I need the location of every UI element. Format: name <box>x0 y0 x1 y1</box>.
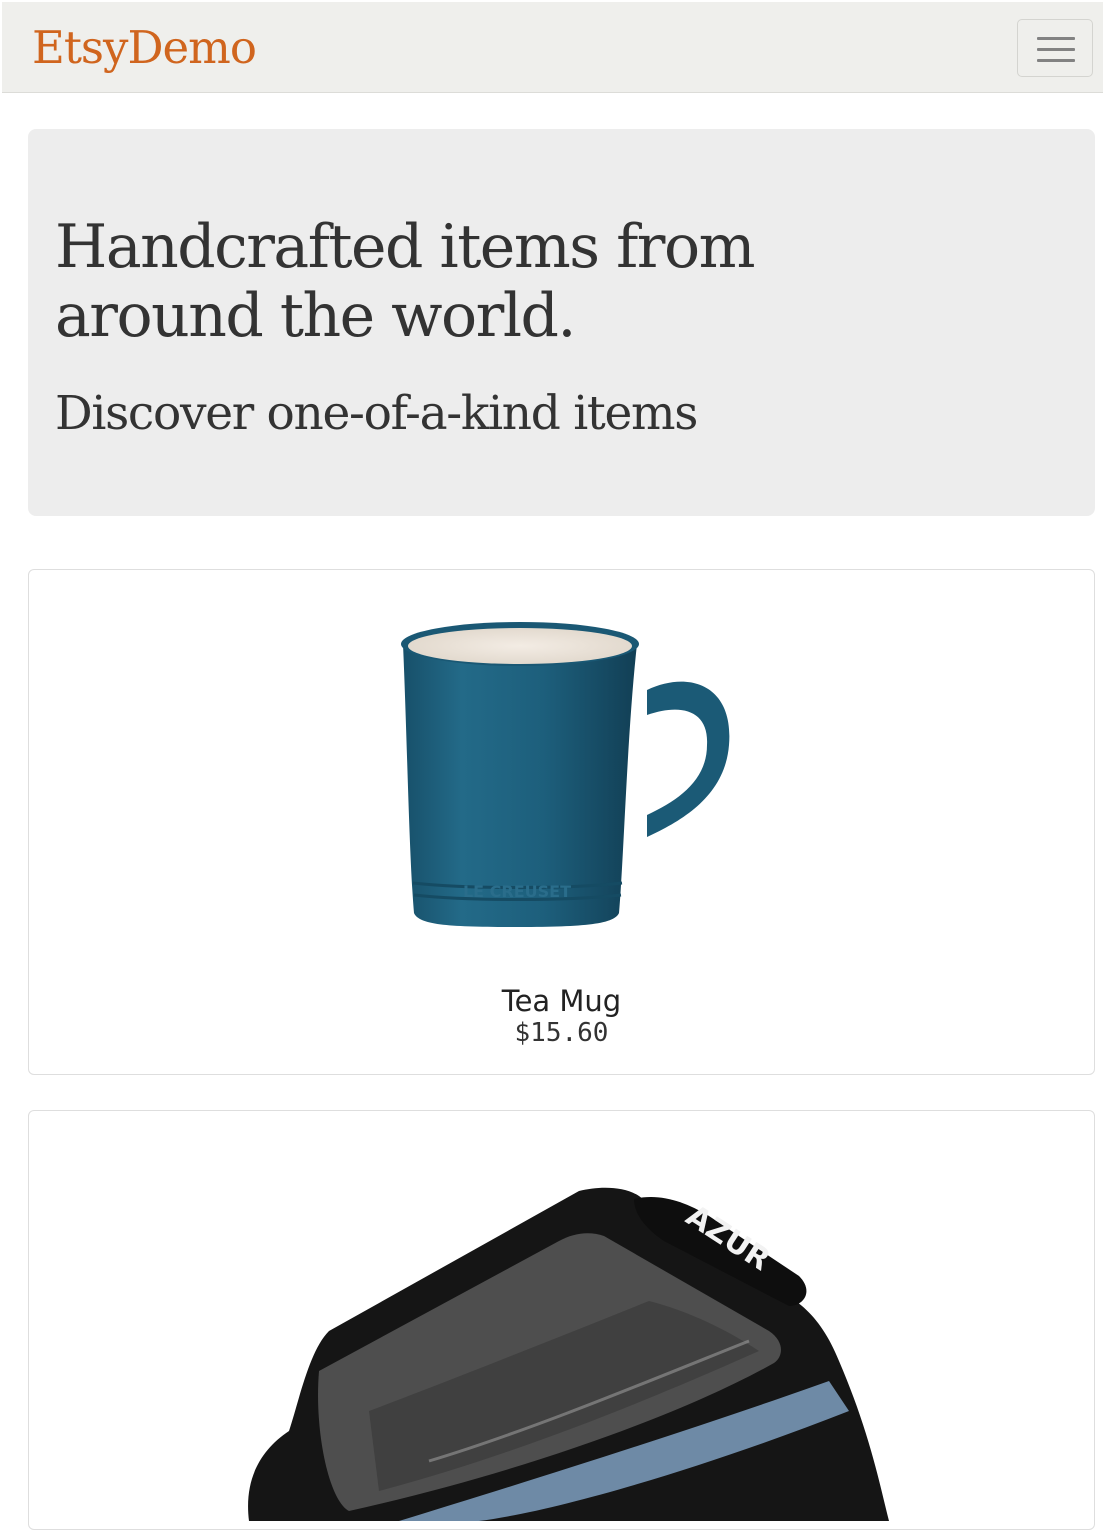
mug-brand-mark: LE CREUSET <box>463 882 571 901</box>
hero-heading: Handcrafted items from around the world. <box>55 212 755 351</box>
product-price: $15.60 <box>514 1018 609 1048</box>
menu-toggle-button[interactable] <box>1017 19 1093 77</box>
navbar: EtsyDemo <box>2 2 1103 93</box>
hero-banner: Handcrafted items from around the world.… <box>28 129 1095 516</box>
brand-logo-link[interactable]: EtsyDemo <box>32 20 257 76</box>
product-image[interactable]: LE CREUSET <box>389 615 734 935</box>
hero-subheading: Discover one-of-a-kind items <box>55 386 698 441</box>
product-card[interactable]: AZUR <box>28 1110 1095 1530</box>
product-card[interactable]: LE CREUSET Tea Mug $15.60 <box>28 569 1095 1075</box>
product-title[interactable]: Tea Mug <box>29 984 1094 1018</box>
product-image[interactable]: AZUR <box>229 1181 889 1521</box>
